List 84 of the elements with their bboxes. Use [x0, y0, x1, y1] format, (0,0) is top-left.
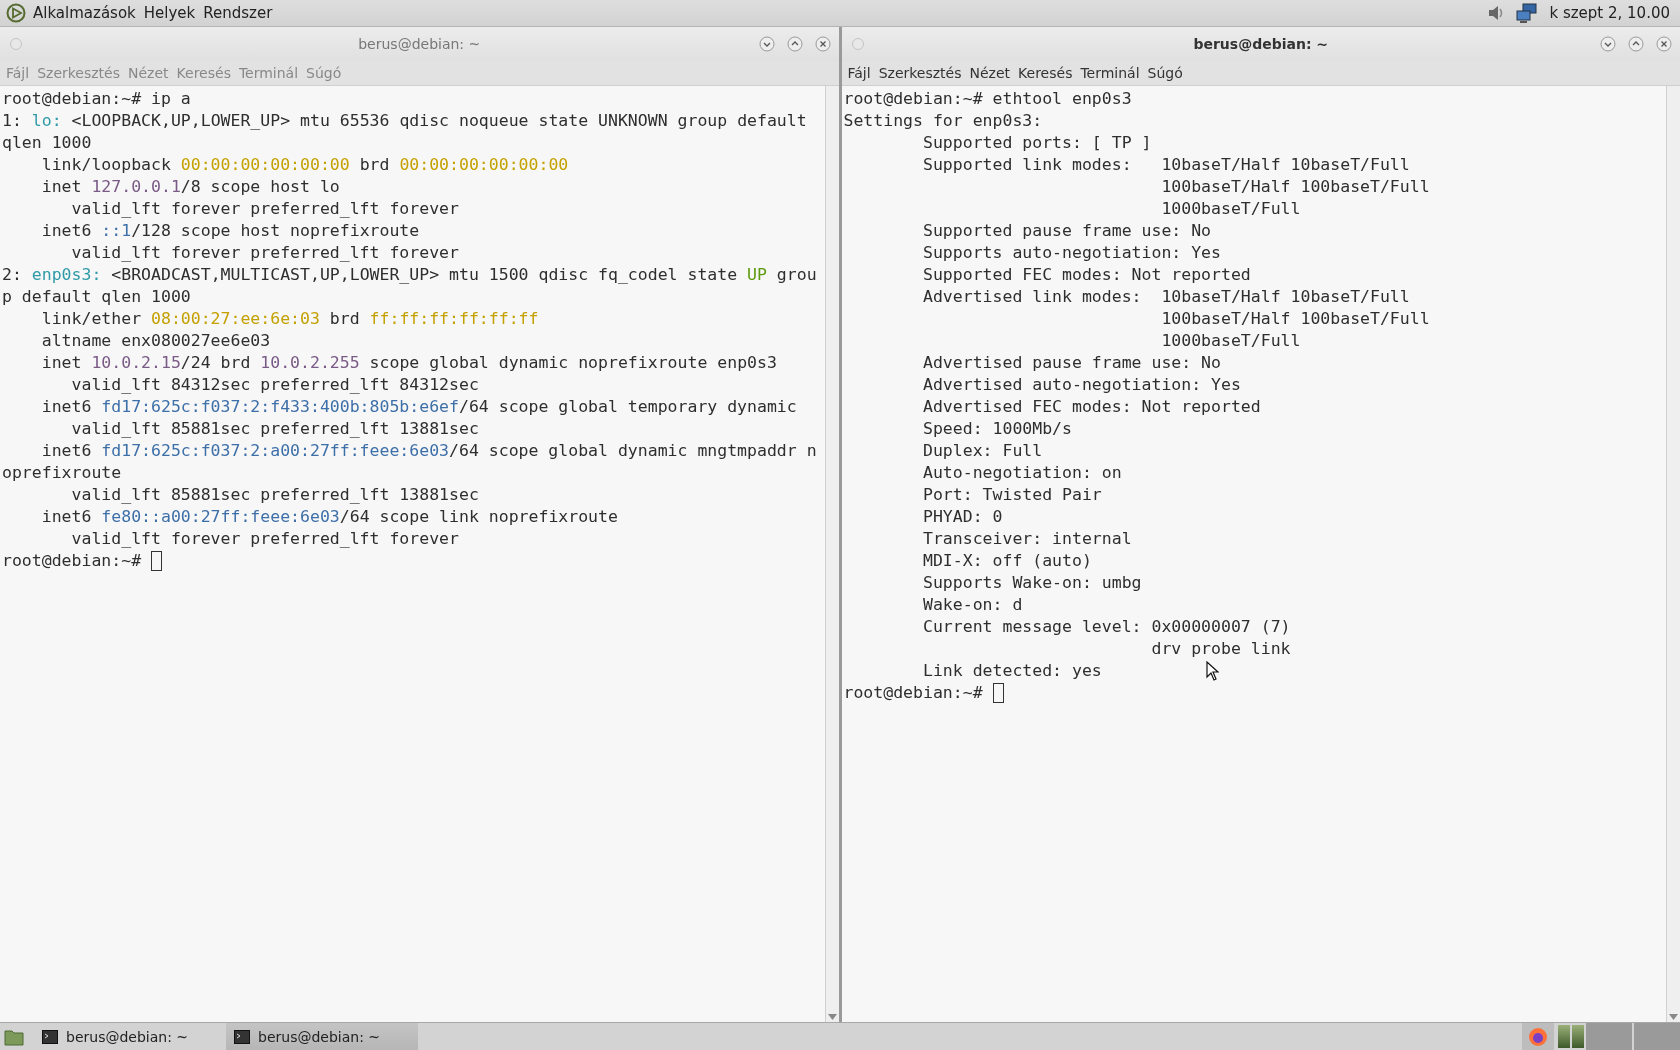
terminal-line: inet 127.0.0.1/8 scope host lo [40, 176, 340, 198]
terminal-line: Transceiver: internal [921, 528, 1132, 550]
terminal-line: Speed: 1000Mb/s [921, 418, 1072, 440]
terminal-line: Current message level: 0x00000007 (7) [921, 616, 1291, 638]
menu-item[interactable]: Terminál [1076, 65, 1144, 81]
terminal-line: root@debian:~# ip a [2, 88, 191, 110]
terminal-line: PHYAD: 0 [921, 506, 1003, 528]
terminal-line: valid_lft 85881sec preferred_lft 13881sec [70, 484, 479, 506]
show-desktop-icon[interactable] [4, 1027, 24, 1046]
window-menu-icon[interactable] [851, 38, 864, 50]
terminal-line: Duplex: Full [921, 440, 1043, 462]
scroll-down-arrow-icon[interactable] [1669, 1014, 1678, 1020]
terminal-line: root@debian:~# ethtool enp0s3 [843, 88, 1132, 110]
terminal-icon [234, 1029, 250, 1044]
terminal-line: 1000baseT/Full [1160, 330, 1301, 352]
terminal-line: valid_lft forever preferred_lft forever [70, 242, 459, 264]
close-button[interactable] [812, 34, 833, 54]
close-button[interactable] [1654, 34, 1674, 54]
scroll-down-arrow-icon[interactable] [827, 1014, 837, 1020]
menu-item[interactable]: Fájl [843, 65, 875, 81]
play-logo-icon[interactable] [6, 3, 26, 23]
terminal-line: oprefixroute [2, 462, 122, 484]
terminal-line: altname enx080027ee6e03 [40, 330, 271, 352]
terminal-line: inet6 fe80::a00:27ff:feee:6e03/64 scope link noprefixroute [40, 506, 618, 528]
terminal-line: inet6 fd17:625c:f037:2:f433:400b:805b:e6ef/64 scope global temporary dynamic [40, 396, 797, 418]
terminal-line: Supported pause frame use: No [921, 220, 1212, 242]
terminal-line: inet 10.0.2.15/24 brd 10.0.2.255 scope global dynamic noprefixroute enp0s3 [40, 352, 777, 374]
clock[interactable]: k szept 2, 10.00 [1545, 4, 1674, 22]
terminal-line: qlen 1000 [2, 132, 92, 154]
terminal-line: Supports Wake-on: umbg [921, 572, 1142, 594]
terminal-line: Supported ports: [ TP ] [921, 132, 1152, 154]
minimize-button[interactable] [1598, 34, 1618, 54]
terminal-line: valid_lft 85881sec preferred_lft 13881sec [70, 418, 479, 440]
terminal-line: Port: Twisted Pair [921, 484, 1102, 506]
terminal-line: 100baseT/Half 100baseT/Full [1160, 308, 1430, 330]
window-title: berus@debian: ~ [1193, 36, 1329, 52]
scrollbar[interactable] [824, 86, 839, 1022]
menu-item[interactable]: Keresés [1014, 65, 1077, 81]
terminal-line: 1: lo: <LOOPBACK,UP,LOWER_UP> mtu 65536 qdisc noqueue state UNKNOWN group default [2, 110, 807, 132]
terminal-line: Wake-on: d [921, 594, 1023, 616]
terminal-line: inet6 fd17:625c:f037:2:a00:27ff:feee:6e03/64 scope global dynamic mngtmpaddr n [40, 440, 817, 462]
workspace-switcher[interactable] [1558, 1023, 1584, 1050]
terminal-line: MDI-X: off (auto) [921, 550, 1092, 572]
terminal-line: 2: enp0s3: <BROADCAST,MULTICAST,UP,LOWER_UP> mtu 1500 qdisc fq_codel state UP grou [2, 264, 817, 286]
terminal-line: 100baseT/Half 100baseT/Full [1160, 176, 1430, 198]
terminal-line: Link detected: yes [921, 660, 1102, 682]
terminal-line: valid_lft forever preferred_lft forever [70, 198, 459, 220]
panel-menu[interactable]: Rendszer [199, 2, 277, 24]
terminal-line: Advertised auto-negotiation: Yes [921, 374, 1241, 396]
terminal-line: drv probe link [1150, 638, 1291, 660]
terminal-line: inet6 ::1/128 scope host noprefixroute [40, 220, 420, 242]
terminal-line: 1000baseT/Full [1160, 198, 1301, 220]
terminal-line: root@debian:~# [843, 682, 984, 704]
taskbar-button[interactable]: berus@debian: ~ [34, 1023, 226, 1050]
panel-menu[interactable]: Helyek [139, 2, 200, 24]
terminal-line: Supported FEC modes: Not reported [921, 264, 1251, 286]
window-menu-icon[interactable] [10, 38, 22, 50]
minimize-button[interactable] [756, 34, 777, 54]
terminal-line: Advertised link modes: 10baseT/Half 10baseT/Full [921, 286, 1410, 308]
terminal-line: root@debian:~# [2, 550, 143, 572]
terminal-line: Settings for enp0s3: [843, 110, 1043, 132]
maximize-button[interactable] [1626, 34, 1646, 54]
terminal-line: valid_lft 84312sec preferred_lft 84312sec [70, 374, 479, 396]
window-title: berus@debian: ~ [358, 36, 481, 52]
mouse-pointer-icon [1206, 661, 1219, 681]
maximize-button[interactable] [784, 34, 805, 54]
terminal-line: Supported link modes: 10baseT/Half 10baseT/Full [921, 154, 1410, 176]
terminal-icon [42, 1029, 58, 1044]
menu-item[interactable]: Súgó [1143, 65, 1187, 81]
terminal-line: Auto-negotiation: on [921, 462, 1122, 484]
network-icon[interactable] [1515, 2, 1540, 24]
terminal-line: link/ether 08:00:27:ee:6e:03 brd ff:ff:ff:ff:ff:ff [40, 308, 539, 330]
terminal-line: Advertised pause frame use: No [921, 352, 1221, 374]
terminal-line: valid_lft forever preferred_lft forever [70, 528, 459, 550]
menu-item[interactable]: Szerkesztés [874, 65, 966, 81]
panel-menu[interactable]: Alkalmazások [29, 2, 140, 24]
menu-item[interactable]: Nézet [965, 65, 1015, 81]
browser-icon[interactable] [1528, 1026, 1548, 1047]
taskbar-button[interactable]: berus@debian: ~ [226, 1023, 418, 1050]
terminal-line: p default qlen 1000 [2, 286, 191, 308]
terminal-line: Advertised FEC modes: Not reported [921, 396, 1261, 418]
scrollbar[interactable] [1666, 86, 1680, 1022]
terminal-line: link/loopback 00:00:00:00:00:00 brd 00:00:00:00:00:00 [40, 154, 569, 176]
terminal-line: Supports auto-negotiation: Yes [921, 242, 1221, 264]
